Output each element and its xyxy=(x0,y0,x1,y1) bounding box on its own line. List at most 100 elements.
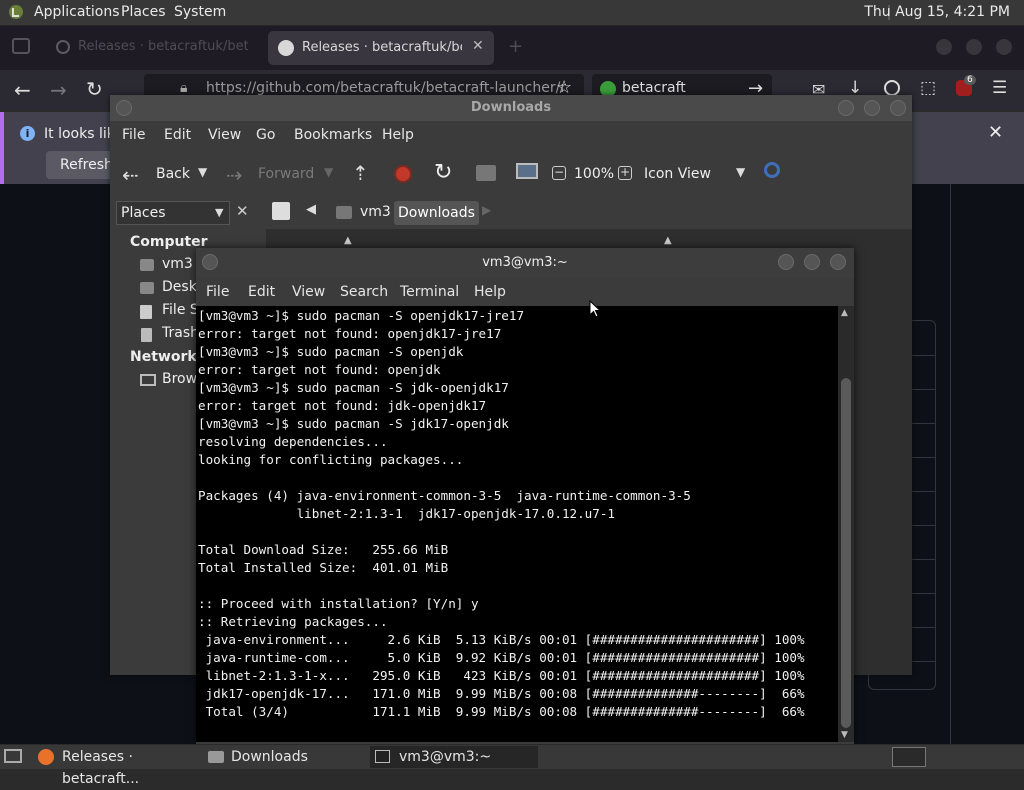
firefox-tab-active[interactable]: Releases · betacraftuk/betac ✕ xyxy=(268,31,494,65)
breadcrumb-vm3[interactable]: vm3 xyxy=(360,204,391,220)
edit-location-icon[interactable] xyxy=(272,202,290,220)
minimize-icon[interactable] xyxy=(778,254,794,270)
menu-view[interactable]: View xyxy=(292,278,325,306)
computer-icon[interactable] xyxy=(516,163,538,179)
places-menu[interactable]: Places xyxy=(121,0,166,25)
file-system-icon xyxy=(140,305,152,319)
minimize-icon[interactable] xyxy=(838,100,854,116)
menu-terminal[interactable]: Terminal xyxy=(400,278,459,306)
scroll-down-icon[interactable]: ▼ xyxy=(841,730,848,740)
location-bar: Places ▼ ✕ ◀ vm3 Downloads ▶ xyxy=(110,197,912,229)
taskbar-item-firefox[interactable]: Releases · betacraft... xyxy=(34,746,196,787)
close-icon[interactable] xyxy=(830,254,846,270)
window-menu-icon[interactable] xyxy=(202,254,218,270)
distro-logo-icon[interactable] xyxy=(8,4,24,20)
search-icon[interactable] xyxy=(764,162,780,178)
content-divider xyxy=(950,184,951,744)
new-tab-icon[interactable]: + xyxy=(508,36,523,57)
forward-arrow-icon[interactable]: → xyxy=(50,78,67,102)
sidebar-item-vm3[interactable]: vm3 xyxy=(162,256,193,272)
terminal-line: Packages (4) java-environment-common-3-5… xyxy=(198,488,691,503)
close-icon[interactable]: ✕ xyxy=(988,122,1003,143)
clock[interactable]: Thu Aug 15, 4:21 PM xyxy=(864,0,1010,25)
reload-icon[interactable]: ↻ xyxy=(86,77,103,101)
terminal-line: error: target not found: jdk-openjdk17 xyxy=(198,398,487,413)
sidebar-item-filesystem[interactable]: File S xyxy=(162,302,199,318)
menu-edit[interactable]: Edit xyxy=(164,121,191,149)
zoom-in-icon[interactable]: + xyxy=(618,166,632,180)
taskbar-item-downloads[interactable]: Downloads xyxy=(204,746,364,768)
forward-history-dropdown-icon[interactable]: ▼ xyxy=(324,165,333,179)
close-icon[interactable] xyxy=(890,100,906,116)
menu-search[interactable]: Search xyxy=(340,278,388,306)
view-mode-select[interactable]: Icon View xyxy=(644,166,711,182)
menu-file[interactable]: File xyxy=(122,121,145,149)
breadcrumb-left-icon[interactable]: ◀ xyxy=(306,202,316,217)
applications-menu[interactable]: Applications xyxy=(34,0,120,25)
terminal-line: looking for conflicting packages... xyxy=(198,452,464,467)
menu-view[interactable]: View xyxy=(208,121,241,149)
minimize-icon[interactable] xyxy=(936,39,952,55)
maximize-icon[interactable] xyxy=(966,39,982,55)
github-favicon-icon xyxy=(278,40,294,56)
firefox-icon xyxy=(38,749,54,765)
sidebar-item-trash[interactable]: Trash xyxy=(162,325,199,341)
maximize-icon[interactable] xyxy=(864,100,880,116)
badge-count: 6 xyxy=(964,75,976,85)
menu-help[interactable]: Help xyxy=(474,278,506,306)
window-title: Downloads xyxy=(110,95,912,121)
back-button[interactable]: Back xyxy=(156,166,190,182)
window-menu-icon[interactable] xyxy=(116,100,132,116)
firefox-view-icon[interactable] xyxy=(12,38,30,54)
folder-icon xyxy=(208,751,224,763)
places-select[interactable]: Places ▼ xyxy=(116,201,230,225)
close-sidebar-icon[interactable]: ✕ xyxy=(236,202,249,220)
view-mode-dropdown-icon[interactable]: ▼ xyxy=(736,165,745,179)
file-icon[interactable]: ▲ xyxy=(344,235,352,246)
up-arrow-icon[interactable]: ⇡ xyxy=(352,161,369,185)
close-window-icon[interactable] xyxy=(996,39,1012,55)
terminal-line: Total Download Size: 255.66 MiB xyxy=(198,542,449,557)
zoom-out-icon[interactable]: − xyxy=(552,166,566,180)
menu-file[interactable]: File xyxy=(206,278,229,306)
scrollbar-thumb[interactable] xyxy=(841,378,851,728)
terminal-output[interactable]: [vm3@vm3 ~]$ sudo pacman -S openjdk17-jr… xyxy=(196,306,838,742)
menu-edit[interactable]: Edit xyxy=(248,278,275,306)
taskbar-item-terminal[interactable]: vm3@vm3:~ xyxy=(370,746,538,768)
info-icon: i xyxy=(20,126,35,141)
forward-arrow-icon[interactable]: ⇢ xyxy=(226,163,243,187)
back-history-dropdown-icon[interactable]: ▼ xyxy=(198,165,207,179)
terminal-line: error: target not found: openjdk17-jre17 xyxy=(198,326,502,341)
extensions-icon[interactable]: ⬚ xyxy=(920,78,936,98)
home-folder-icon[interactable] xyxy=(476,165,496,181)
file-icon[interactable]: ▲ xyxy=(664,235,672,246)
terminal-line: [vm3@vm3 ~]$ sudo pacman -S jdk17-openjd… xyxy=(198,416,509,431)
scroll-up-icon[interactable]: ▲ xyxy=(841,308,848,318)
account-icon[interactable] xyxy=(884,80,900,96)
stop-icon[interactable] xyxy=(394,165,412,183)
back-arrow-icon[interactable]: ⇠ xyxy=(122,163,139,187)
back-arrow-icon[interactable]: ← xyxy=(14,78,31,102)
menu-help[interactable]: Help xyxy=(382,121,414,149)
reload-icon[interactable]: ↻ xyxy=(434,160,452,185)
terminal-line: [vm3@vm3 ~]$ sudo pacman -S openjdk xyxy=(198,344,464,359)
menu-go[interactable]: Go xyxy=(256,121,275,149)
maximize-icon[interactable] xyxy=(804,254,820,270)
taskbar-label: vm3@vm3:~ xyxy=(399,749,492,765)
forward-button[interactable]: Forward xyxy=(258,166,314,182)
top-panel: Applications Places System Thu Aug 15, 4… xyxy=(0,0,1024,26)
workspace-switcher[interactable] xyxy=(892,747,926,767)
breadcrumb-downloads[interactable]: Downloads xyxy=(394,201,479,225)
terminal-line: jdk17-openjdk-17... 171.0 MiB 9.99 MiB/s… xyxy=(198,686,805,701)
menu-bookmarks[interactable]: Bookmarks xyxy=(294,121,372,149)
system-menu[interactable]: System xyxy=(174,0,226,25)
show-desktop-icon[interactable] xyxy=(4,749,22,763)
menu-bar: File Edit View Go Bookmarks Help xyxy=(110,121,912,151)
drive-icon xyxy=(140,259,154,271)
close-icon[interactable]: ✕ xyxy=(472,38,484,54)
firefox-tab-inactive[interactable]: Releases · betacraftuk/betacraft-launche… xyxy=(50,31,260,65)
menu-bar: File Edit View Search Terminal Help xyxy=(196,278,854,306)
hamburger-menu-icon[interactable]: ☰ xyxy=(992,78,1007,98)
zoom-level[interactable]: 100% xyxy=(574,166,614,182)
breadcrumb-right-icon[interactable]: ▶ xyxy=(482,203,491,217)
